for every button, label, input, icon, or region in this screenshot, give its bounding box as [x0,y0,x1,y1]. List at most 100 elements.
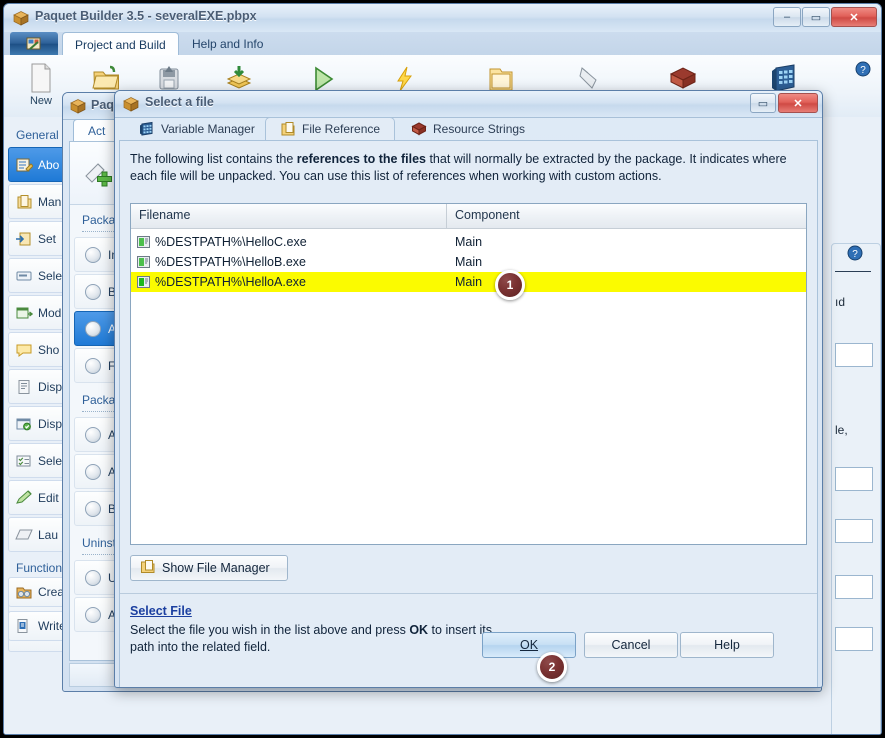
restore-button[interactable]: ▭ [750,93,776,113]
variable-manager-icon [139,121,155,137]
package-box-icon [122,95,140,113]
right-panel-field[interactable] [835,519,873,543]
radio-icon [85,570,101,586]
radio-icon [85,358,101,374]
table-row-selected[interactable]: %DESTPATH%\HelloA.exe Main [131,272,806,292]
radio-icon [85,607,101,623]
sidebar-item-label: Man [38,195,61,209]
column-header-filename[interactable]: Filename [131,204,447,228]
dialog-footer: Select File Select the file you wish in … [120,593,817,688]
package-box-icon [69,97,87,115]
dialog-title: Select a file [145,95,214,109]
right-panel-divider [835,271,871,272]
tab-label: Variable Manager [161,122,255,136]
table-row[interactable]: %DESTPATH%\HelloC.exe Main [131,232,806,252]
sidebar-item-label: Sele [38,269,62,283]
cell-component: Main [447,255,806,269]
ok-button-label: OK [520,638,538,652]
ok-button[interactable]: OK [482,632,576,658]
help-button[interactable]: Help [680,632,774,658]
show-file-manager-label: Show File Manager [162,561,270,575]
tab-help-and-info[interactable]: Help and Info [180,32,275,55]
exe-file-icon [137,256,150,268]
tab-label: Resource Strings [433,122,525,136]
column-header-component[interactable]: Component [447,204,806,228]
tab-file-reference[interactable]: File Reference [265,117,395,140]
callout-badge-1: 1 [495,270,525,300]
desc-bold: references to the files [297,152,426,166]
cell-filename: %DESTPATH%\HelloC.exe [155,235,307,249]
desc-part1: The following list contains the [130,152,297,166]
help-question-icon[interactable]: ? [847,245,863,264]
tab-project-and-build[interactable]: Project and Build [62,32,179,56]
edit-pencil-icon [15,490,33,506]
file-reference-list[interactable]: Filename Component %DESTPATH%\HelloC.exe… [130,203,807,545]
footer-bold: OK [409,623,428,637]
cancel-button-label: Cancel [612,638,651,652]
right-panel: ıd le, ? [829,235,881,730]
manual-folder-icon [15,194,33,210]
sidebar-item-label: Lau [38,528,58,542]
exe-file-icon [137,236,150,248]
right-panel-fragment: le, [835,423,848,437]
add-action-icon[interactable] [82,154,118,193]
right-panel-field[interactable] [835,467,873,491]
radio-icon [85,501,101,517]
right-panel-field[interactable] [835,575,873,599]
minimize-button[interactable]: – [773,7,801,27]
sidebar-item-label: Disp [38,417,62,431]
file-reference-icon [280,121,296,137]
sidebar-item-label: Set [38,232,56,246]
sidebar-item-label: Sho [38,343,59,357]
screen: Paquet Builder 3.5 - severalEXE.pbpx – ▭… [0,0,885,738]
window-controls: – ▭ ✕ [773,7,877,27]
radio-icon [85,427,101,443]
callout-badge-2: 2 [537,652,567,682]
folder-icon [140,559,156,577]
registry-icon [15,618,33,634]
settings-page-icon [15,231,33,247]
help-button-label: Help [714,638,740,652]
select-file-description: Select the file you wish in the list abo… [130,622,500,656]
package-box-icon [12,9,30,27]
about-edit-icon [15,157,33,173]
modify-window-icon [15,305,33,321]
right-panel-field[interactable] [835,627,873,651]
main-titlebar: Paquet Builder 3.5 - severalEXE.pbpx – ▭… [4,4,881,33]
footer-part1: Select the file you wish in the list abo… [130,623,409,637]
radio-icon [85,284,101,300]
close-button[interactable]: ✕ [831,7,877,27]
cancel-button[interactable]: Cancel [584,632,678,658]
right-panel-field[interactable] [835,343,873,367]
launch-icon [15,527,33,543]
sidebar-item-label: Edit [38,491,59,505]
select-checklist-icon [15,453,33,469]
select-file-link[interactable]: Select File [130,604,192,618]
sidebar-item-label: Disp [38,380,62,394]
radio-icon [85,321,101,337]
display-document-icon [15,379,33,395]
show-file-manager-button[interactable]: Show File Manager [130,555,288,581]
display-check-icon [15,416,33,432]
dialog-window-controls: ▭ ✕ [750,93,818,113]
app-logo-icon[interactable] [10,32,58,55]
tab-label: File Reference [302,122,380,136]
sidebar-item-label: Mod [38,306,61,320]
cell-filename: %DESTPATH%\HelloB.exe [155,255,306,269]
tab-variable-manager[interactable]: Variable Manager [125,118,269,140]
close-button[interactable]: ✕ [778,93,818,113]
dialog-tabstrip: Variable Manager File Reference Resource… [115,117,822,140]
radio-icon [85,247,101,263]
dialog-titlebar: Select a file ▭ ✕ [115,91,822,118]
help-question-icon[interactable]: ? [855,61,871,77]
tab-resource-strings[interactable]: Resource Strings [397,118,539,140]
dialog-description: The following list contains the referenc… [130,151,803,185]
svg-text:?: ? [852,249,858,260]
svg-text:?: ? [860,65,866,76]
right-panel-fragment: ıd [835,295,845,309]
table-row[interactable]: %DESTPATH%\HelloB.exe Main [131,252,806,272]
maximize-button[interactable]: ▭ [802,7,830,27]
sidebar-item-label: Sele [38,454,62,468]
cell-component: Main [447,235,806,249]
cell-filename: %DESTPATH%\HelloA.exe [155,275,306,289]
